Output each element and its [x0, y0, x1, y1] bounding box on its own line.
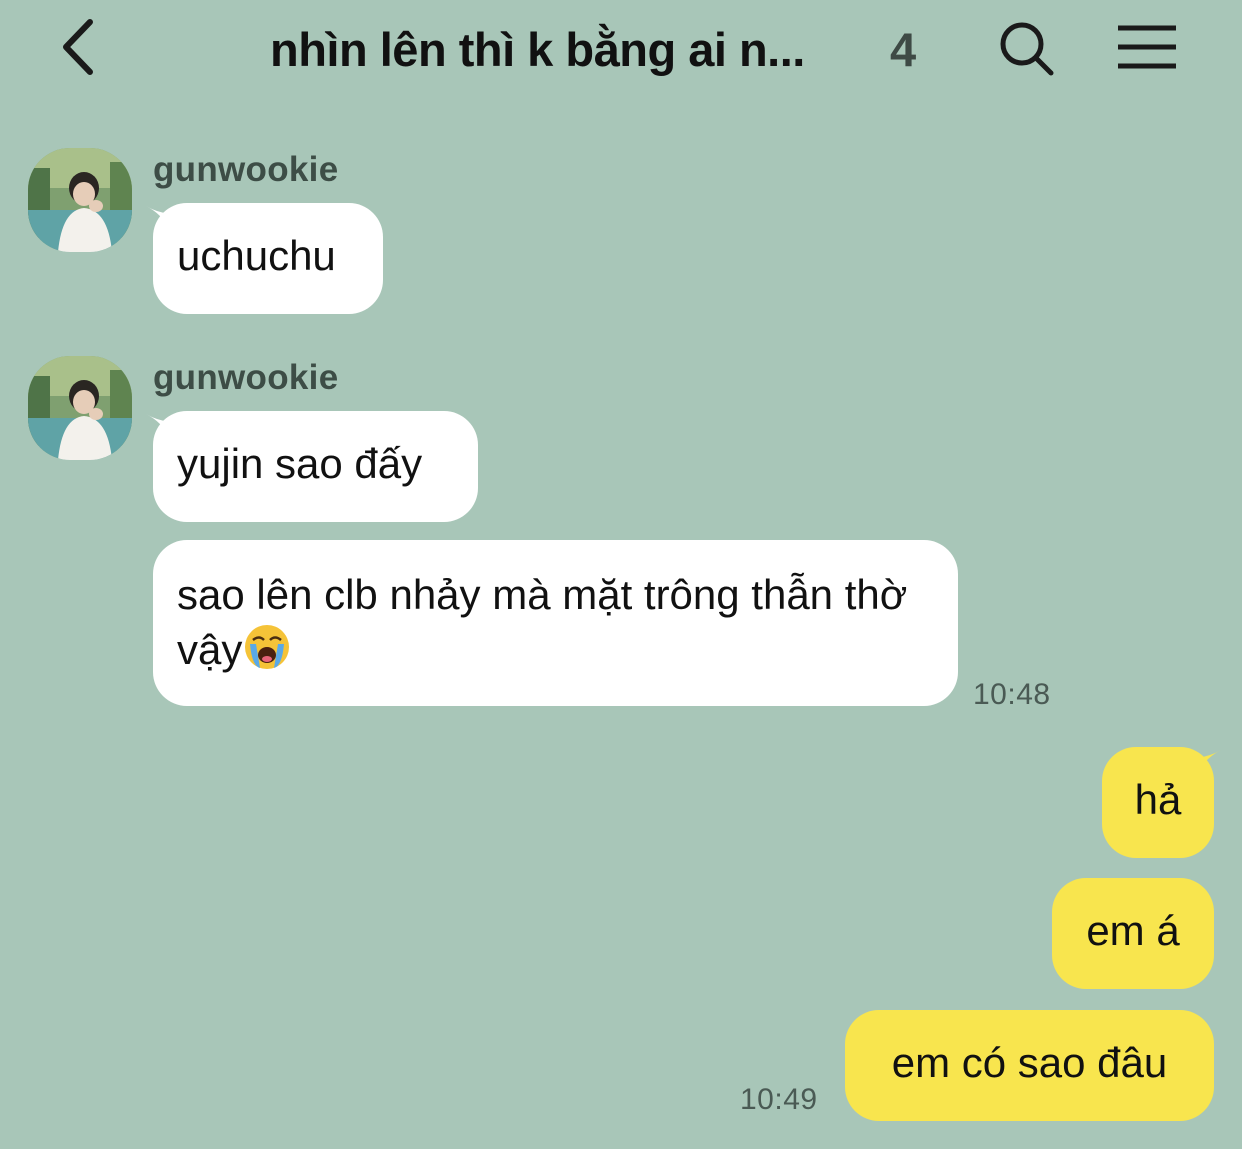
menu-button[interactable]	[1112, 18, 1182, 76]
loudly-crying-face-icon	[245, 625, 290, 669]
message-text: em có sao đâu	[891, 1039, 1168, 1086]
message-text: yujin sao đấy	[177, 440, 423, 487]
profile-photo	[28, 356, 132, 460]
message-bubble[interactable]: uchuchu	[153, 203, 383, 314]
message-bubble-outgoing[interactable]: em có sao đâu	[845, 1010, 1214, 1121]
message-bubble[interactable]: yujin sao đấy	[153, 411, 478, 522]
avatar[interactable]	[28, 356, 132, 460]
search-icon	[1000, 22, 1054, 76]
message-time: 10:48	[973, 678, 1051, 711]
profile-photo	[28, 148, 132, 252]
chevron-left-icon	[63, 19, 93, 75]
chat-header: nhìn lên thì k bằng ai n... 4	[0, 0, 1242, 100]
message-time: 10:49	[740, 1083, 818, 1116]
chat-title[interactable]: nhìn lên thì k bằng ai n...	[270, 22, 805, 77]
search-button[interactable]	[994, 16, 1060, 82]
back-button[interactable]	[48, 14, 112, 80]
sender-name: gunwookie	[153, 150, 339, 189]
message-bubble-outgoing[interactable]: em á	[1052, 878, 1214, 989]
message-bubble-outgoing[interactable]: hả	[1102, 747, 1214, 858]
avatar[interactable]	[28, 148, 132, 252]
sender-name: gunwookie	[153, 358, 339, 397]
message-bubble[interactable]: sao lên clb nhảy mà mặt trông thẫn thờ v…	[153, 540, 958, 706]
message-text: em á	[1086, 907, 1180, 954]
message-text: uchuchu	[177, 232, 336, 279]
message-text: hả	[1134, 776, 1182, 823]
hamburger-menu-icon	[1118, 25, 1176, 69]
member-count[interactable]: 4	[890, 22, 916, 77]
